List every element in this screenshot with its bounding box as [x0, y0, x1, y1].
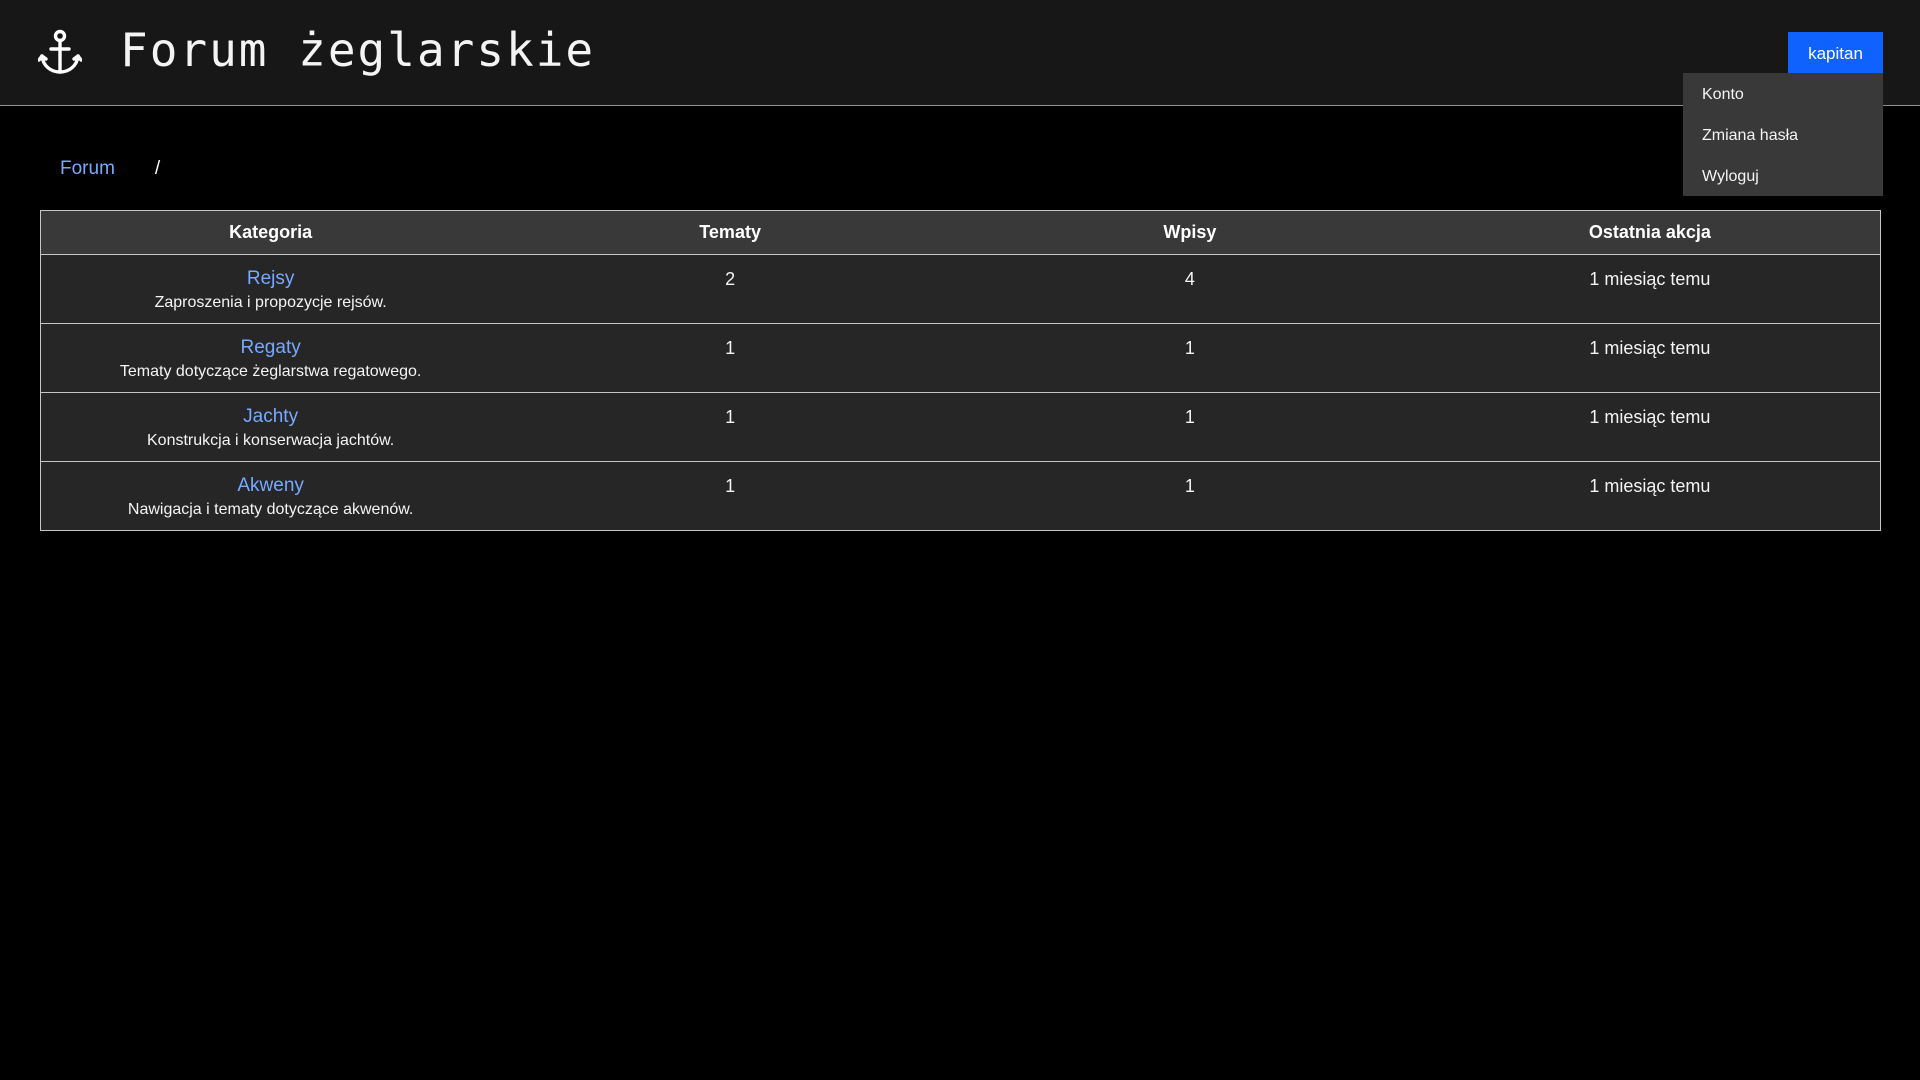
topics-count: 1 [725, 407, 736, 427]
user-dropdown-menu: Konto Zmiana hasła Wyloguj [1683, 73, 1883, 196]
category-cell: Rejsy Zaproszenia i propozycje rejsów. [40, 254, 501, 324]
category-cell: Regaty Tematy dotyczące żeglarstwa regat… [40, 323, 501, 393]
last-action-cell: 1 miesiąc temu [1419, 323, 1881, 393]
posts-cell: 1 [960, 462, 1420, 531]
category-cell: Jachty Konstrukcja i konserwacja jachtów… [40, 392, 501, 462]
table-header-row: Kategoria Tematy Wpisy Ostatnia akcja [40, 210, 1881, 255]
table-row: Akweny Nawigacja i tematy dotyczące akwe… [41, 462, 1881, 531]
category-link[interactable]: Regaty [41, 337, 500, 359]
posts-count: 1 [1184, 407, 1195, 427]
last-action-time: 1 miesiąc temu [1589, 407, 1711, 427]
topics-cell: 2 [500, 254, 960, 324]
menu-item-change-password[interactable]: Zmiana hasła [1683, 115, 1883, 156]
topics-cell: 1 [500, 392, 960, 462]
topics-count: 2 [725, 269, 736, 289]
topics-count: 1 [725, 338, 736, 358]
posts-count: 4 [1184, 269, 1195, 289]
table-row: Rejsy Zaproszenia i propozycje rejsów. 2… [40, 254, 1881, 324]
category-description: Konstrukcja i konserwacja jachtów. [147, 432, 395, 449]
header-category: Kategoria [40, 210, 501, 255]
posts-count: 1 [1184, 476, 1195, 496]
topics-cell: 1 [500, 462, 960, 531]
breadcrumb: Forum / [60, 155, 160, 183]
posts-cell: 1 [959, 323, 1420, 393]
last-action-time: 1 miesiąc temu [1589, 476, 1711, 496]
posts-count: 1 [1184, 338, 1195, 358]
last-action-time: 1 miesiąc temu [1589, 338, 1711, 358]
category-link[interactable]: Jachty [41, 406, 500, 428]
last-action-time: 1 miesiąc temu [1589, 269, 1711, 289]
menu-item-account[interactable]: Konto [1683, 74, 1883, 115]
category-description: Zaproszenia i propozycje rejsów. [154, 294, 387, 311]
header-topics: Tematy [500, 210, 960, 255]
menu-item-logout[interactable]: Wyloguj [1683, 156, 1883, 197]
topics-cell: 1 [500, 323, 960, 393]
header-last-action: Ostatnia akcja [1419, 210, 1881, 255]
user-menu-button[interactable]: kapitan [1788, 32, 1883, 74]
posts-cell: 4 [959, 254, 1420, 324]
last-action-cell: 1 miesiąc temu [1420, 462, 1881, 531]
last-action-cell: 1 miesiąc temu [1419, 254, 1881, 324]
site-title: Forum żeglarskie [120, 23, 596, 77]
last-action-cell: 1 miesiąc temu [1419, 392, 1881, 462]
header-posts: Wpisy [959, 210, 1420, 255]
category-link[interactable]: Rejsy [41, 268, 500, 290]
category-description: Tematy dotyczące żeglarstwa regatowego. [119, 363, 422, 380]
topics-count: 1 [725, 476, 736, 496]
anchor-icon [37, 29, 83, 77]
table-row: Regaty Tematy dotyczące żeglarstwa regat… [40, 323, 1881, 393]
top-header: Forum żeglarskie kapitan [0, 0, 1920, 106]
posts-cell: 1 [959, 392, 1420, 462]
category-link[interactable]: Akweny [41, 475, 500, 497]
breadcrumb-forum-link[interactable]: Forum [60, 158, 115, 179]
table-row: Jachty Konstrukcja i konserwacja jachtów… [40, 392, 1881, 462]
category-table: Kategoria Tematy Wpisy Ostatnia akcja Re… [40, 210, 1881, 531]
breadcrumb-separator: / [154, 158, 161, 179]
category-cell: Akweny Nawigacja i tematy dotyczące akwe… [41, 462, 501, 531]
category-description: Nawigacja i tematy dotyczące akwenów. [127, 501, 414, 518]
